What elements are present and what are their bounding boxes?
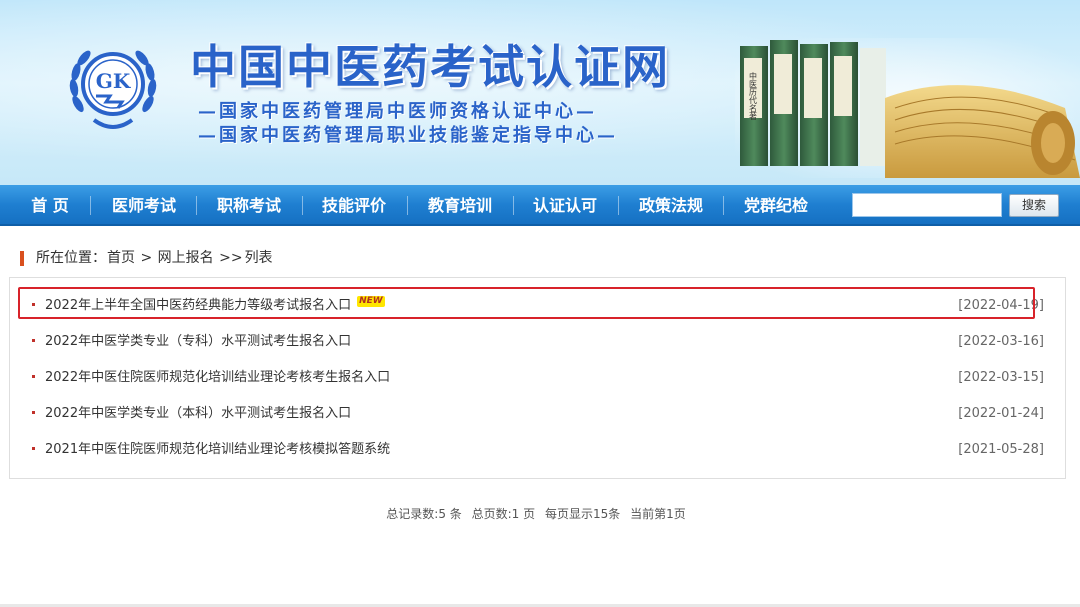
- pagination-total-pages: 总页数:1 页: [471, 507, 536, 521]
- list-item-date: [2022-01-24]: [958, 406, 1044, 421]
- breadcrumb-home-link[interactable]: 首页: [107, 250, 135, 266]
- list-item: 2022年中医住院医师规范化培训结业理论考核考生报名入口 [2022-03-15…: [20, 360, 1056, 396]
- book-spine-text: 中医历代名著: [749, 71, 758, 121]
- nav-separator: [513, 196, 514, 215]
- list-item-date: [2022-04-19]: [958, 298, 1044, 313]
- nav-separator: [196, 196, 197, 215]
- logo-text: GK: [96, 69, 131, 93]
- nav-item-party-discipline[interactable]: 党群纪检: [736, 185, 816, 226]
- site-banner: GK 中国中医药考试认证网 —国家中医药管理局中医师资格认证中心— —国家中医药…: [0, 0, 1080, 185]
- nav-item-education-training[interactable]: 教育培训: [420, 185, 500, 226]
- nav-item-certification[interactable]: 认证认可: [525, 185, 605, 226]
- list-item-link[interactable]: 2022年中医学类专业（本科）水平测试考生报名入口: [45, 396, 351, 432]
- list-item: 2022年上半年全国中医药经典能力等级考试报名入口 NEW [2022-04-19…: [20, 288, 1056, 324]
- breadcrumb-separator: >>: [214, 250, 243, 266]
- search-button[interactable]: 搜索: [1009, 194, 1059, 217]
- site-subtitle-2: —国家中医药管理局职业技能鉴定指导中心—: [198, 125, 618, 146]
- pagination-per-page: 每页显示15条: [544, 507, 621, 521]
- list-item-link[interactable]: 2022年中医学类专业（专科）水平测试考生报名入口: [45, 324, 351, 360]
- books-scroll-illustration: 中医历代名著: [735, 38, 1080, 178]
- nav-item-home[interactable]: 首 页: [18, 185, 82, 226]
- breadcrumb: 所在位置：首页 > 网上报名 >> 列表: [35, 248, 274, 268]
- bullet-icon: [32, 375, 35, 378]
- pagination: 总记录数:5 条 总页数:1 页 每页显示15条 当前第1页: [0, 505, 1072, 523]
- site-title: 中国中医药考试认证网: [190, 40, 670, 94]
- breadcrumb-prefix: 所在位置：: [36, 250, 106, 266]
- breadcrumb-marker: [20, 251, 24, 266]
- nav-separator: [302, 196, 303, 215]
- nav-item-title-exam[interactable]: 职称考试: [209, 185, 289, 226]
- pagination-total-records: 总记录数:5 条: [386, 507, 462, 521]
- list-item-date: [2022-03-15]: [958, 370, 1044, 385]
- nav-separator: [90, 196, 91, 215]
- list-item: 2022年中医学类专业（本科）水平测试考生报名入口 [2022-01-24]: [20, 396, 1056, 432]
- bullet-icon: [32, 447, 35, 450]
- list-item-link[interactable]: 2022年中医住院医师规范化培训结业理论考核考生报名入口: [45, 360, 390, 396]
- bullet-icon: [32, 411, 35, 414]
- nav-item-physician-exam[interactable]: 医师考试: [104, 185, 184, 226]
- breadcrumb-current: 列表: [244, 250, 273, 266]
- bullet-icon: [32, 339, 35, 342]
- list-item-date: [2021-05-28]: [958, 442, 1044, 457]
- list-item-link[interactable]: 2021年中医住院医师规范化培训结业理论考核模拟答题系统: [45, 432, 390, 468]
- breadcrumb-separator: >: [136, 250, 157, 266]
- list-item-title: 2022年上半年全国中医药经典能力等级考试报名入口: [45, 298, 352, 313]
- nav-separator: [407, 196, 408, 215]
- pagination-current-page: 当前第1页: [630, 507, 686, 521]
- list-item-date: [2022-03-16]: [958, 334, 1044, 349]
- nav-item-skill-evaluation[interactable]: 技能评价: [314, 185, 394, 226]
- nav-item-policy-regulations[interactable]: 政策法规: [631, 185, 711, 226]
- article-list: 2022年上半年全国中医药经典能力等级考试报名入口 NEW [2022-04-19…: [9, 277, 1066, 479]
- breadcrumb-section-link[interactable]: 网上报名: [158, 250, 214, 266]
- search-input[interactable]: [852, 193, 1002, 217]
- nav-separator: [723, 196, 724, 215]
- bullet-icon: [32, 303, 35, 306]
- nav-separator: [618, 196, 619, 215]
- gk-logo-icon[interactable]: GK: [66, 38, 160, 136]
- list-item: 2022年中医学类专业（专科）水平测试考生报名入口 [2022-03-16]: [20, 324, 1056, 360]
- new-badge-icon: NEW: [357, 296, 385, 307]
- list-item: 2021年中医住院医师规范化培训结业理论考核模拟答题系统 [2021-05-28…: [20, 432, 1056, 468]
- site-subtitle-1: —国家中医药管理局中医师资格认证中心—: [198, 101, 597, 122]
- list-item-link[interactable]: 2022年上半年全国中医药经典能力等级考试报名入口 NEW: [45, 288, 385, 324]
